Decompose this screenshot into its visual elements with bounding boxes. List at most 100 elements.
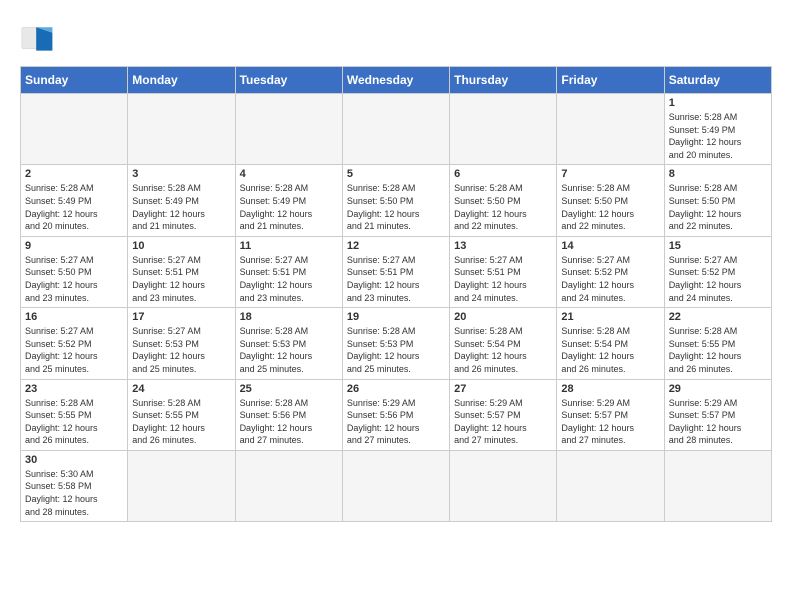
day-info: Sunrise: 5:29 AMSunset: 5:57 PMDaylight:… bbox=[454, 397, 552, 447]
day-info: Sunrise: 5:27 AMSunset: 5:52 PMDaylight:… bbox=[25, 325, 123, 375]
day-14: 14 Sunrise: 5:27 AMSunset: 5:52 PMDayligh… bbox=[557, 236, 664, 307]
day-number: 15 bbox=[669, 240, 767, 252]
day-info: Sunrise: 5:27 AMSunset: 5:52 PMDaylight:… bbox=[669, 254, 767, 304]
day-1: 1 Sunrise: 5:28 AMSunset: 5:49 PMDaylight… bbox=[664, 94, 771, 165]
day-27: 27 Sunrise: 5:29 AMSunset: 5:57 PMDayligh… bbox=[450, 379, 557, 450]
day-info: Sunrise: 5:28 AMSunset: 5:50 PMDaylight:… bbox=[669, 182, 767, 232]
day-10: 10 Sunrise: 5:27 AMSunset: 5:51 PMDayligh… bbox=[128, 236, 235, 307]
day-info: Sunrise: 5:28 AMSunset: 5:50 PMDaylight:… bbox=[347, 182, 445, 232]
day-20: 20 Sunrise: 5:28 AMSunset: 5:54 PMDayligh… bbox=[450, 308, 557, 379]
empty-day bbox=[235, 450, 342, 521]
day-number: 17 bbox=[132, 311, 230, 323]
day-number: 14 bbox=[561, 240, 659, 252]
day-number: 3 bbox=[132, 168, 230, 180]
generalblue-logo-icon bbox=[20, 20, 56, 56]
day-12: 12 Sunrise: 5:27 AMSunset: 5:51 PMDayligh… bbox=[342, 236, 449, 307]
day-info: Sunrise: 5:28 AMSunset: 5:50 PMDaylight:… bbox=[454, 182, 552, 232]
day-19: 19Sunrise: 5:28 AMSunset: 5:53 PMDayligh… bbox=[342, 308, 449, 379]
day-7: 7 Sunrise: 5:28 AMSunset: 5:50 PMDaylight… bbox=[557, 165, 664, 236]
day-4: 4Sunrise: 5:28 AMSunset: 5:49 PMDaylight… bbox=[235, 165, 342, 236]
day-info: Sunrise: 5:28 AMSunset: 5:54 PMDaylight:… bbox=[561, 325, 659, 375]
day-number: 1 bbox=[669, 97, 767, 109]
weekday-header-sunday: Sunday bbox=[21, 67, 128, 94]
day-number: 18 bbox=[240, 311, 338, 323]
day-number: 20 bbox=[454, 311, 552, 323]
day-info: Sunrise: 5:29 AMSunset: 5:56 PMDaylight:… bbox=[347, 397, 445, 447]
day-info: Sunrise: 5:27 AMSunset: 5:51 PMDaylight:… bbox=[347, 254, 445, 304]
day-2: 2 Sunrise: 5:28 AMSunset: 5:49 PMDaylight… bbox=[21, 165, 128, 236]
day-number: 28 bbox=[561, 383, 659, 395]
empty-day bbox=[450, 450, 557, 521]
day-info: Sunrise: 5:27 AMSunset: 5:53 PMDaylight:… bbox=[132, 325, 230, 375]
day-number: 26 bbox=[347, 383, 445, 395]
day-26: 26 Sunrise: 5:29 AMSunset: 5:56 PMDayligh… bbox=[342, 379, 449, 450]
empty-day bbox=[342, 94, 449, 165]
day-info: Sunrise: 5:27 AMSunset: 5:51 PMDaylight:… bbox=[132, 254, 230, 304]
weekday-header-thursday: Thursday bbox=[450, 67, 557, 94]
weekday-header-tuesday: Tuesday bbox=[235, 67, 342, 94]
day-30: 30Sunrise: 5:30 AMSunset: 5:58 PMDayligh… bbox=[21, 450, 128, 521]
day-23: 23 Sunrise: 5:28 AMSunset: 5:55 PMDayligh… bbox=[21, 379, 128, 450]
empty-day bbox=[21, 94, 128, 165]
day-number: 13 bbox=[454, 240, 552, 252]
day-info: Sunrise: 5:27 AMSunset: 5:51 PMDaylight:… bbox=[240, 254, 338, 304]
day-info: Sunrise: 5:28 AMSunset: 5:54 PMDaylight:… bbox=[454, 325, 552, 375]
day-info: Sunrise: 5:28 AMSunset: 5:49 PMDaylight:… bbox=[25, 182, 123, 232]
day-number: 27 bbox=[454, 383, 552, 395]
day-29: 29Sunrise: 5:29 AMSunset: 5:57 PMDayligh… bbox=[664, 379, 771, 450]
empty-day bbox=[128, 94, 235, 165]
weekday-header-monday: Monday bbox=[128, 67, 235, 94]
weekday-header-wednesday: Wednesday bbox=[342, 67, 449, 94]
day-number: 23 bbox=[25, 383, 123, 395]
day-9: 9Sunrise: 5:27 AMSunset: 5:50 PMDaylight… bbox=[21, 236, 128, 307]
day-number: 8 bbox=[669, 168, 767, 180]
day-info: Sunrise: 5:28 AMSunset: 5:53 PMDaylight:… bbox=[240, 325, 338, 375]
day-15: 15 Sunrise: 5:27 AMSunset: 5:52 PMDayligh… bbox=[664, 236, 771, 307]
calendar-table: SundayMondayTuesdayWednesdayThursdayFrid… bbox=[20, 66, 772, 522]
day-number: 10 bbox=[132, 240, 230, 252]
day-info: Sunrise: 5:29 AMSunset: 5:57 PMDaylight:… bbox=[561, 397, 659, 447]
day-number: 6 bbox=[454, 168, 552, 180]
day-number: 4 bbox=[240, 168, 338, 180]
day-info: Sunrise: 5:28 AMSunset: 5:55 PMDaylight:… bbox=[132, 397, 230, 447]
day-number: 19 bbox=[347, 311, 445, 323]
day-info: Sunrise: 5:27 AMSunset: 5:51 PMDaylight:… bbox=[454, 254, 552, 304]
day-3: 3Sunrise: 5:28 AMSunset: 5:49 PMDaylight… bbox=[128, 165, 235, 236]
day-info: Sunrise: 5:28 AMSunset: 5:56 PMDaylight:… bbox=[240, 397, 338, 447]
day-number: 2 bbox=[25, 168, 123, 180]
day-info: Sunrise: 5:28 AMSunset: 5:49 PMDaylight:… bbox=[669, 111, 767, 161]
day-11: 11Sunrise: 5:27 AMSunset: 5:51 PMDayligh… bbox=[235, 236, 342, 307]
day-number: 12 bbox=[347, 240, 445, 252]
day-22: 22 Sunrise: 5:28 AMSunset: 5:55 PMDayligh… bbox=[664, 308, 771, 379]
empty-day bbox=[342, 450, 449, 521]
day-info: Sunrise: 5:28 AMSunset: 5:55 PMDaylight:… bbox=[669, 325, 767, 375]
day-info: Sunrise: 5:27 AMSunset: 5:52 PMDaylight:… bbox=[561, 254, 659, 304]
day-25: 25Sunrise: 5:28 AMSunset: 5:56 PMDayligh… bbox=[235, 379, 342, 450]
day-number: 24 bbox=[132, 383, 230, 395]
weekday-header-friday: Friday bbox=[557, 67, 664, 94]
day-5: 5 Sunrise: 5:28 AMSunset: 5:50 PMDaylight… bbox=[342, 165, 449, 236]
empty-day bbox=[664, 450, 771, 521]
day-28: 28 Sunrise: 5:29 AMSunset: 5:57 PMDayligh… bbox=[557, 379, 664, 450]
day-21: 21 Sunrise: 5:28 AMSunset: 5:54 PMDayligh… bbox=[557, 308, 664, 379]
day-number: 30 bbox=[25, 454, 123, 466]
day-number: 5 bbox=[347, 168, 445, 180]
day-number: 16 bbox=[25, 311, 123, 323]
empty-day bbox=[557, 450, 664, 521]
day-18: 18 Sunrise: 5:28 AMSunset: 5:53 PMDayligh… bbox=[235, 308, 342, 379]
day-16: 16 Sunrise: 5:27 AMSunset: 5:52 PMDayligh… bbox=[21, 308, 128, 379]
day-6: 6 Sunrise: 5:28 AMSunset: 5:50 PMDaylight… bbox=[450, 165, 557, 236]
day-number: 22 bbox=[669, 311, 767, 323]
weekday-header-saturday: Saturday bbox=[664, 67, 771, 94]
day-info: Sunrise: 5:28 AMSunset: 5:55 PMDaylight:… bbox=[25, 397, 123, 447]
empty-day bbox=[235, 94, 342, 165]
empty-day bbox=[128, 450, 235, 521]
day-number: 21 bbox=[561, 311, 659, 323]
empty-day bbox=[450, 94, 557, 165]
day-info: Sunrise: 5:28 AMSunset: 5:50 PMDaylight:… bbox=[561, 182, 659, 232]
day-number: 29 bbox=[669, 383, 767, 395]
day-number: 7 bbox=[561, 168, 659, 180]
day-info: Sunrise: 5:27 AMSunset: 5:50 PMDaylight:… bbox=[25, 254, 123, 304]
empty-day bbox=[557, 94, 664, 165]
day-13: 13 Sunrise: 5:27 AMSunset: 5:51 PMDayligh… bbox=[450, 236, 557, 307]
